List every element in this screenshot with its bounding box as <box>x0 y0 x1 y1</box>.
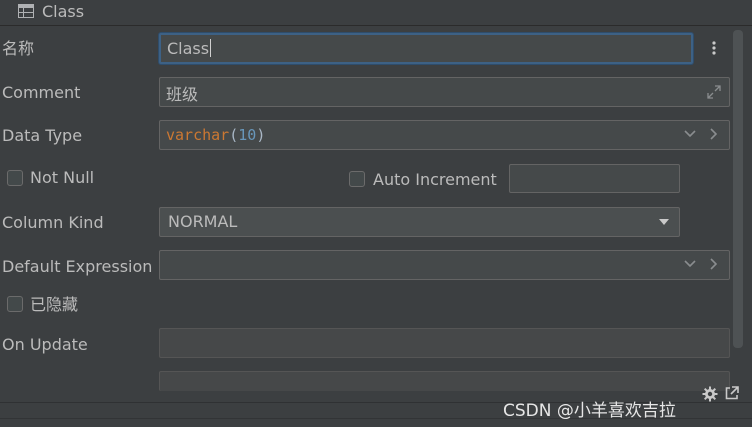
data-type-field[interactable]: varchar(10) <box>159 120 730 150</box>
auto-increment-field[interactable] <box>509 164 680 193</box>
gear-icon[interactable] <box>702 386 718 402</box>
data-type-label: Data Type <box>2 126 83 145</box>
type-keyword: varchar <box>166 126 230 144</box>
more-vertical-icon[interactable] <box>709 40 719 56</box>
vertical-scrollbar[interactable] <box>733 30 743 348</box>
chevron-down-icon[interactable] <box>683 129 697 139</box>
close-paren: ) <box>256 126 266 144</box>
comment-label: Comment <box>2 83 81 102</box>
on-update-field[interactable] <box>159 328 730 358</box>
window-title: Class <box>42 2 85 21</box>
hidden-label: 已隐藏 <box>30 295 79 314</box>
column-kind-select[interactable]: NORMAL <box>159 207 680 237</box>
chevron-down-icon[interactable] <box>683 259 697 269</box>
not-null-label: Not Null <box>30 168 95 187</box>
not-null-checkbox[interactable] <box>7 170 23 186</box>
name-label: 名称 <box>2 39 35 58</box>
column-kind-value: NORMAL <box>168 212 238 231</box>
column-kind-label: Column Kind <box>2 213 104 232</box>
chevron-right-icon[interactable] <box>708 127 718 141</box>
auto-increment-label: Auto Increment <box>373 170 497 189</box>
comment-value: 班级 <box>166 85 199 104</box>
table-icon <box>18 4 34 18</box>
name-field[interactable]: Class <box>159 33 693 64</box>
name-value: Class <box>167 39 210 58</box>
comment-field[interactable]: 班级 <box>159 77 730 107</box>
data-type-value: varchar(10) <box>166 126 265 144</box>
text-caret <box>210 39 212 57</box>
next-field-partial <box>159 371 730 391</box>
popout-icon[interactable] <box>724 385 740 401</box>
auto-increment-checkbox[interactable] <box>349 171 365 187</box>
dropdown-triangle-icon <box>659 219 669 225</box>
expand-icon[interactable] <box>706 84 722 100</box>
default-expression-field[interactable] <box>159 250 730 280</box>
on-update-label: On Update <box>2 335 88 354</box>
chevron-right-icon[interactable] <box>708 257 718 271</box>
open-paren: ( <box>229 126 239 144</box>
watermark: CSDN @小羊喜欢吉拉 <box>503 401 676 421</box>
hidden-checkbox[interactable] <box>7 296 23 312</box>
type-length: 10 <box>238 126 257 144</box>
title-bar <box>0 0 752 26</box>
default-expression-label: Default Expression <box>2 257 153 276</box>
